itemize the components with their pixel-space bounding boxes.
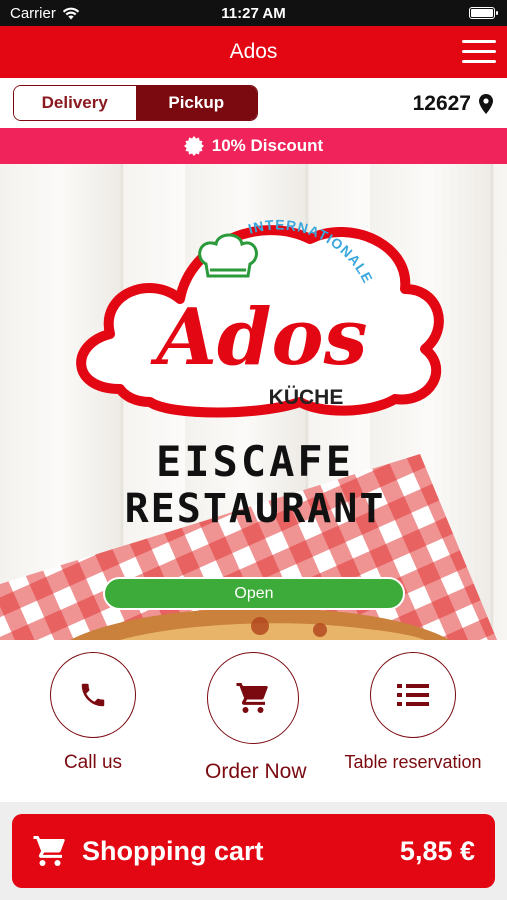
restaurant-logo-art: INTERNATIONALE Ados KÜCHE EISCAFE RESTAU… — [0, 217, 498, 640]
nav-bar: Ados — [0, 26, 507, 78]
list-icon — [397, 684, 429, 706]
logo-word: Ados — [150, 292, 368, 383]
discount-banner[interactable]: 10% Discount — [0, 128, 507, 164]
table-reservation-label: Table reservation — [344, 752, 482, 772]
call-us-button[interactable]: Call us — [50, 652, 136, 774]
phone-icon — [81, 683, 105, 707]
order-now-label: Order Now — [205, 760, 307, 783]
cart-icon — [33, 836, 65, 866]
pickup-tab[interactable]: Pickup — [135, 86, 257, 120]
postcode-selector[interactable]: 12627 — [413, 92, 493, 116]
status-time: 11:27 AM — [221, 5, 286, 22]
hamburger-menu-icon[interactable] — [462, 40, 496, 64]
shopping-cart-button[interactable]: Shopping cart 5,85 € — [12, 814, 495, 888]
status-bar: Carrier 11:27 AM — [0, 0, 507, 26]
order-mode-toggle: Delivery Pickup — [13, 85, 258, 121]
hero-line1: EISCAFE — [156, 437, 354, 486]
call-us-label: Call us — [63, 752, 123, 773]
delivery-tab[interactable]: Delivery — [14, 86, 136, 120]
open-status-badge: Open — [103, 577, 405, 610]
logo-sub: KÜCHE — [269, 386, 344, 409]
nav-title: Ados — [229, 40, 278, 63]
hero-line2: RESTAURANT — [125, 486, 386, 532]
order-now-circle — [207, 652, 299, 744]
call-us-circle — [50, 652, 136, 738]
table-reservation-button[interactable]: Table reservation — [338, 652, 488, 773]
table-reservation-circle — [370, 652, 456, 738]
battery-icon — [469, 7, 498, 19]
cart-total: 5,85 € — [399, 836, 475, 866]
badge-icon — [183, 136, 204, 156]
location-pin-icon — [479, 94, 493, 114]
shopping-cart-label: Shopping cart — [82, 835, 264, 866]
order-mode-row: Delivery Pickup 12627 — [0, 78, 507, 128]
postcode-value: 12627 — [412, 92, 471, 115]
cart-area: Shopping cart 5,85 € — [0, 802, 507, 900]
hero-banner: INTERNATIONALE Ados KÜCHE EISCAFE RESTAU… — [0, 164, 507, 640]
cart-icon — [236, 683, 268, 713]
discount-text: 10% Discount — [211, 136, 324, 155]
order-now-button[interactable]: Order Now — [205, 652, 307, 784]
quick-actions: Call us Order Now Table reservation — [0, 640, 507, 802]
